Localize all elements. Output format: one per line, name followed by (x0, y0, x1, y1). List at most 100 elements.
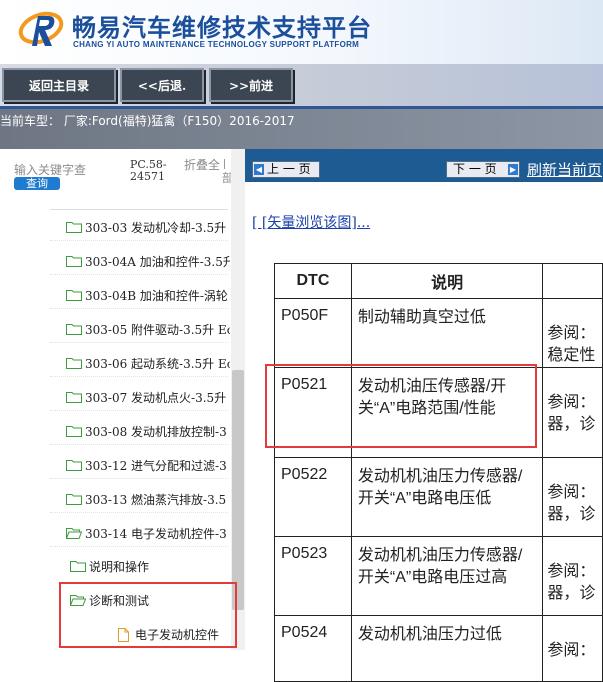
dtc-code-cell: P0523 (274, 536, 352, 616)
dtc-code-cell: P0522 (274, 457, 352, 537)
table-row: P050F 制动辅助真空过低 参阅： 稳定性 (274, 298, 603, 368)
dtc-reference-cell: 参阅： 器，诊 (542, 536, 603, 616)
divider (50, 410, 228, 411)
car-model-text: 当前车型： 厂家:Ford(福特)猛禽（F150）2016-2017 (0, 114, 295, 128)
car-info-bar: 当前车型： 厂家:Ford(福特)猛禽（F150）2016-2017 (0, 109, 603, 149)
tree-item[interactable]: 电子发动机控件 (116, 624, 230, 644)
tree-item-label: 303-12 进气分配和过滤-3 (85, 458, 227, 473)
folder-icon (66, 357, 82, 369)
folder-icon (66, 221, 82, 233)
logo-icon (18, 11, 64, 46)
divider (50, 209, 228, 210)
query-button[interactable]: 查询 (14, 177, 60, 190)
tree-item[interactable]: 303-07 发动机点火-3.5升 (66, 387, 230, 407)
dtc-description-cell: 发动机机油压力传感器/开关“A”电路电压低 (350, 457, 544, 537)
tree-item[interactable]: 303-08 发动机排放控制-3 (66, 421, 230, 441)
tree-item-label: 303-07 发动机点火-3.5升 (85, 390, 227, 405)
folder-icon (66, 289, 82, 301)
tree-item[interactable]: 303-06 起动系统-3.5升 Ec (66, 353, 230, 373)
folder-icon (66, 425, 82, 437)
column-header-dtc: DTC (274, 263, 352, 299)
dtc-reference-cell: 参阅： 稳定性 (542, 298, 603, 368)
table-row: P0521 发动机油压传感器/开关“A”电路范围/性能 参阅： 器，诊 (274, 367, 603, 458)
tree-item[interactable]: 303-14 电子发动机控件-3 (66, 523, 230, 543)
tree-item-label: 电子发动机控件 (135, 627, 220, 642)
document-icon (116, 628, 132, 642)
dtc-description-cell: 发动机机油压力传感器/开关“A”电路电压过高 (350, 536, 544, 616)
tree-item[interactable]: 303-13 燃油蒸汽排放-3.5 (66, 489, 230, 509)
tree-item-label: 303-04A 加油和控件-3.5升 (85, 254, 230, 269)
vector-view-link[interactable]: [ [矢量浏览该图]... (252, 212, 370, 232)
folder-icon (66, 323, 82, 335)
home-button[interactable]: 返回主目录 (2, 68, 116, 102)
tree-item[interactable]: 303-04B 加油和控件-涡轮 (66, 285, 230, 305)
tree-item[interactable]: 303-05 附件驱动-3.5升 Ec (66, 319, 230, 339)
column-header-reference (542, 263, 603, 299)
table-row: P0523 发动机机油压力传感器/开关“A”电路电压过高 参阅： 器，诊 (274, 536, 603, 616)
divider (50, 240, 228, 241)
tree-item-label: 说明和操作 (89, 559, 150, 574)
tree-item-label: 303-13 燃油蒸汽排放-3.5 (85, 492, 227, 507)
tree-item[interactable]: 303-12 进气分配和过滤-3 (66, 455, 230, 475)
dtc-table: DTC 说明 P050F 制动辅助真空过低 参阅： 稳定性 P0521 发动机油压传感器… (274, 263, 603, 682)
refresh-page-link[interactable]: 刷新当前页 (527, 159, 602, 180)
tree-item[interactable]: 诊断和测试 (70, 590, 230, 610)
brand-title: 畅易汽车维修技术支持平台 (72, 14, 372, 42)
scrollbar-thumb[interactable] (232, 370, 244, 610)
arrow-left-icon: ◀ (254, 164, 264, 175)
divider (50, 308, 228, 309)
prev-page-label: 上 一 页 (267, 162, 311, 176)
dtc-reference-cell: 参阅： 器，诊 (542, 367, 603, 458)
divider (50, 478, 228, 479)
tree-item[interactable]: 303-03 发动机冷却-3.5升 (66, 217, 230, 237)
next-page-button[interactable]: 下 一 页 ▶ (446, 161, 520, 178)
toolbar: 返回主目录 <<后退. >>前进 (0, 64, 603, 109)
folder-open-icon (70, 594, 86, 606)
folder-icon (66, 493, 82, 505)
tree-item-label: 诊断和测试 (89, 593, 150, 608)
tree-item-label: 303-08 发动机排放控制-3 (85, 424, 227, 439)
arrow-right-icon: ▶ (508, 164, 518, 175)
collapse-all-label-2: 部 (222, 171, 235, 185)
back-button[interactable]: <<后退. (120, 68, 204, 102)
tree-item[interactable]: 说明和操作 (70, 556, 230, 576)
divider (50, 342, 228, 343)
folder-icon (70, 560, 86, 572)
folder-icon (66, 391, 82, 403)
folder-open-icon (66, 527, 82, 539)
prev-page-button[interactable]: ◀ 上 一 页 (252, 161, 320, 178)
pc-code: PC.58- 24571 (130, 159, 167, 183)
divider (50, 546, 228, 547)
column-header-description: 说明 (350, 263, 544, 299)
panel-edge-mark (224, 159, 231, 169)
dtc-description-cell: 发动机机油压力过低 (350, 615, 544, 682)
divider (50, 512, 228, 513)
tree-item-label: 303-03 发动机冷却-3.5升 (85, 220, 227, 235)
table-header-row: DTC 说明 (274, 263, 603, 299)
dtc-code-cell: P050F (274, 298, 352, 368)
forward-button[interactable]: >>前进 (209, 68, 293, 102)
dtc-code-cell: P0521 (274, 367, 352, 458)
tree-item-label: 303-04B 加油和控件-涡轮 (85, 288, 228, 303)
divider (50, 444, 228, 445)
folder-icon (66, 459, 82, 471)
dtc-reference-cell: 参阅： 器，诊 (542, 457, 603, 537)
divider (50, 376, 228, 377)
tree-item-label: 303-05 附件驱动-3.5升 Ec (85, 322, 230, 337)
tree-item[interactable]: 303-04A 加油和控件-3.5升 (66, 251, 230, 271)
tree-item-label: 303-06 起动系统-3.5升 Ec (85, 356, 230, 371)
folder-icon (66, 255, 82, 267)
next-page-label: 下 一 页 (453, 162, 497, 176)
dtc-code-cell: P0524 (274, 615, 352, 682)
pc-code-line-2: 24571 (130, 170, 165, 183)
dtc-reference-cell: 参阅： (542, 615, 603, 682)
tree-item-label: 303-14 电子发动机控件-3 (85, 526, 227, 541)
divider (50, 274, 228, 275)
search-input[interactable]: 输入关键字查 (14, 161, 86, 178)
table-row: P0524 发动机机油压力过低 参阅： (274, 615, 603, 682)
table-row: P0522 发动机机油压力传感器/开关“A”电路电压低 参阅： 器，诊 (274, 457, 603, 537)
app-header: 畅易汽车维修技术支持平台 CHANG YI AUTO MAINTENANCE T… (0, 0, 603, 64)
dtc-description-cell: 制动辅助真空过低 (350, 298, 544, 368)
brand-subtitle: CHANG YI AUTO MAINTENANCE TECHNOLOGY SUP… (73, 40, 360, 49)
dtc-description-cell: 发动机油压传感器/开关“A”电路范围/性能 (350, 367, 544, 458)
